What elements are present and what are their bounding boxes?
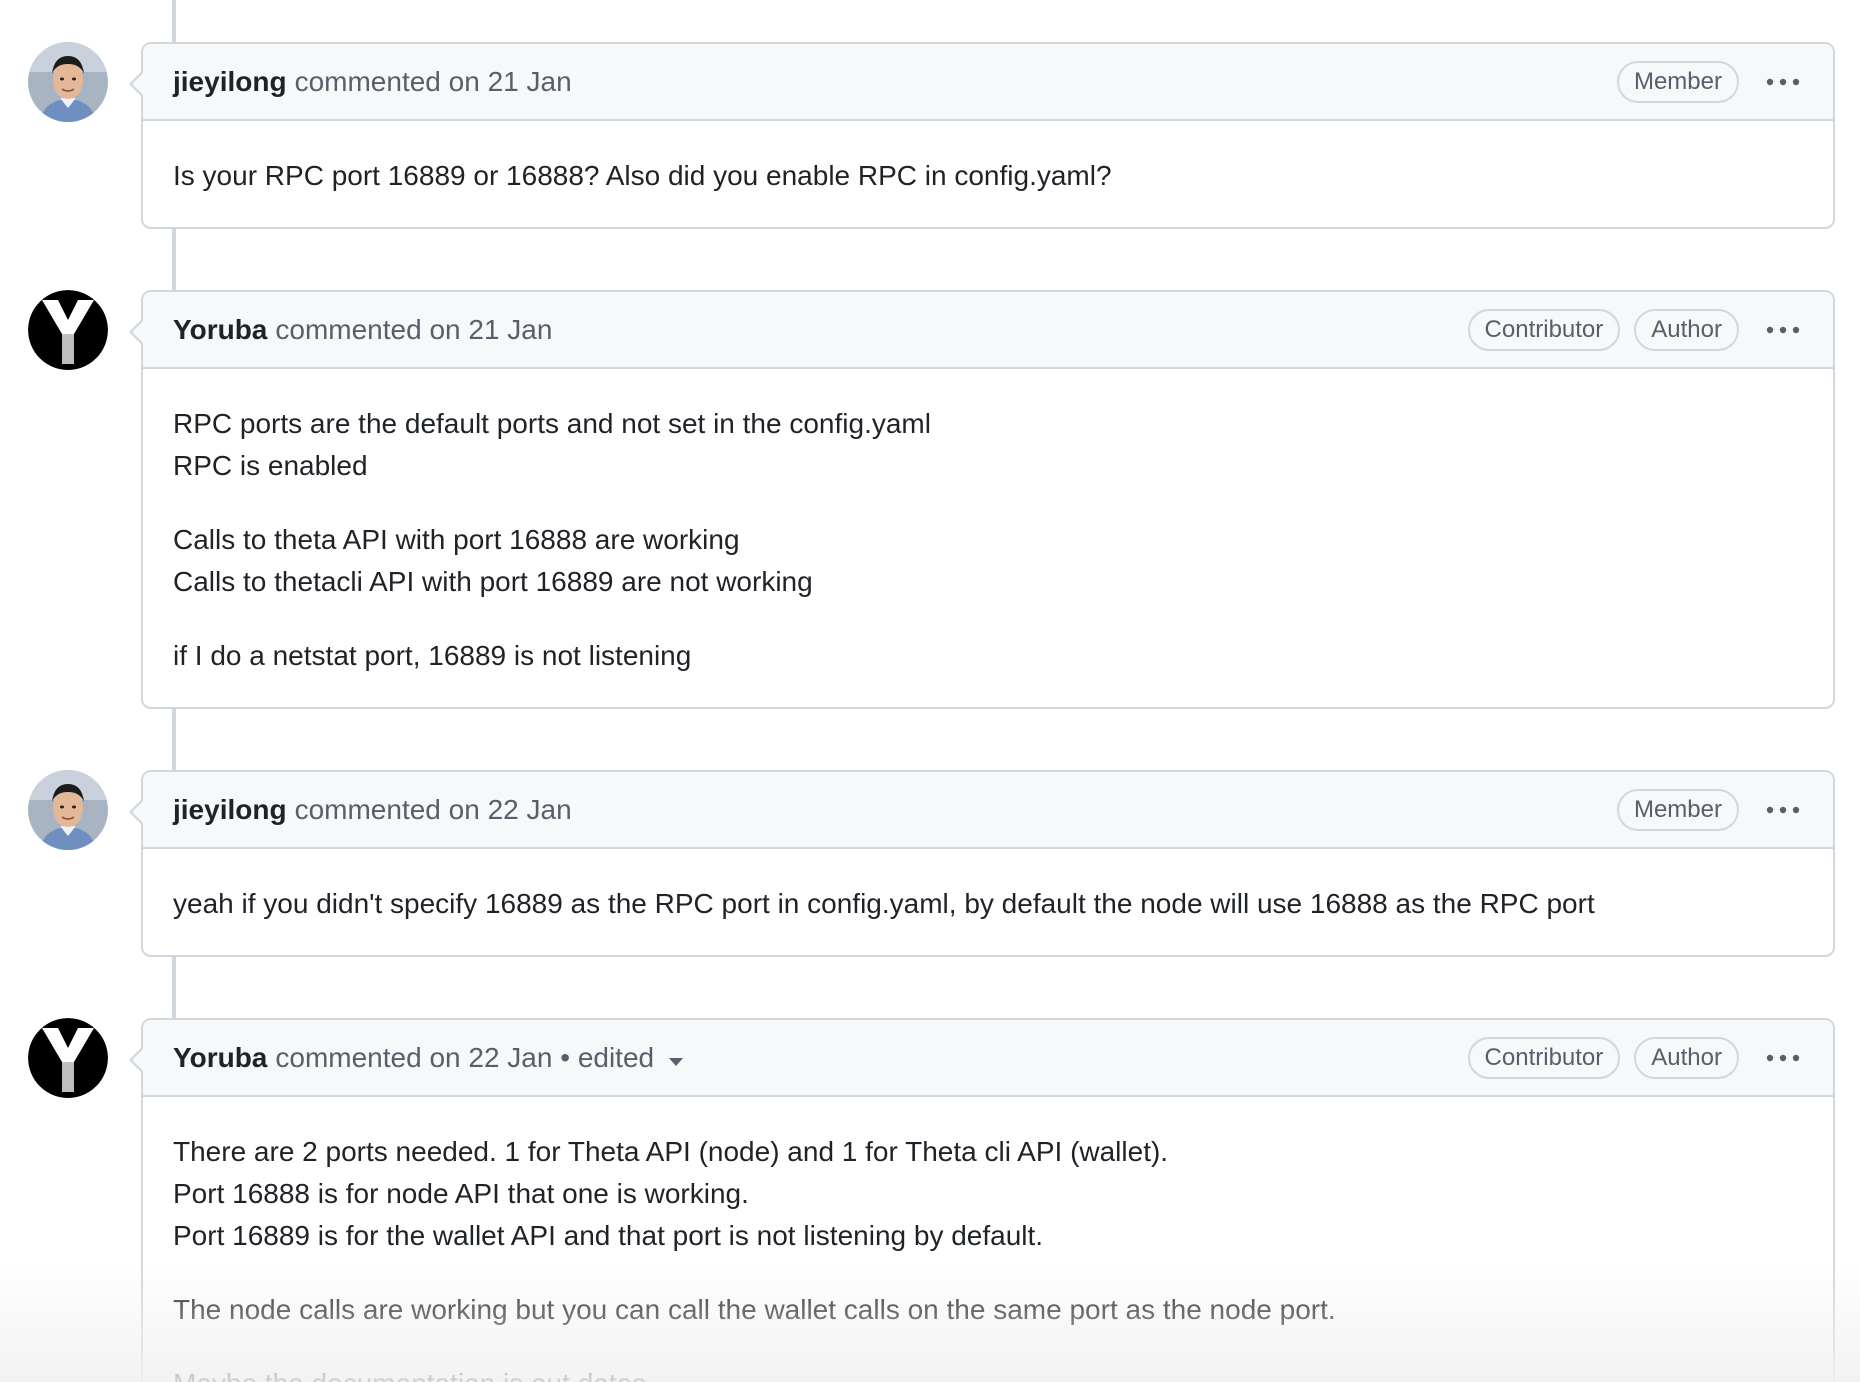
comment-body: yeah if you didn't specify 16889 as the … (143, 849, 1833, 955)
comment-header: Yoruba commented on 22 Jan • edited Cont… (143, 1020, 1833, 1097)
comment-line: Port 16889 is for the wallet API and tha… (173, 1220, 1044, 1251)
avatar[interactable] (28, 1018, 108, 1098)
comment-header: jieyilong commented on 22 Jan Member (143, 772, 1833, 849)
kebab-horizontal-icon[interactable] (1763, 67, 1803, 97)
comment-paragraph: Maybe the documentation is out dates (173, 1363, 1803, 1382)
comment-body: RPC ports are the default ports and not … (143, 369, 1833, 707)
comment-box: jieyilong commented on 22 Jan Member yea… (129, 770, 1835, 957)
comment-line: There are 2 ports needed. 1 for Theta AP… (173, 1136, 1169, 1167)
member-badge: Member (1616, 60, 1739, 103)
comment-line: The node calls are working but you can c… (173, 1294, 1336, 1325)
comment-box: Yoruba commented on 21 Jan Contributor A… (129, 290, 1835, 709)
comment-line: RPC ports are the default ports and not … (173, 408, 931, 439)
author-badge: Author (1634, 308, 1739, 351)
comment-header: jieyilong commented on 21 Jan Member (143, 44, 1833, 121)
comment-paragraph: The node calls are working but you can c… (173, 1289, 1803, 1331)
comment-paragraph: Calls to theta API with port 16888 are w… (173, 519, 1803, 603)
comment-line: Maybe the documentation is out dates (173, 1368, 646, 1382)
contributor-badge: Contributor (1467, 308, 1621, 351)
comment-line: Port 16888 is for node API that one is w… (173, 1178, 749, 1209)
member-badge: Member (1616, 788, 1739, 831)
issue-timeline: jieyilong commented on 21 Jan Member Is … (0, 0, 1860, 1382)
comment-line: Calls to thetacli API with port 16889 ar… (173, 566, 813, 597)
comment-box: jieyilong commented on 21 Jan Member Is … (129, 42, 1835, 229)
kebab-horizontal-icon[interactable] (1763, 795, 1803, 825)
triangle-down-icon[interactable] (668, 1042, 684, 1074)
comment-paragraph: Is your RPC port 16889 or 16888? Also di… (173, 155, 1803, 197)
avatar[interactable] (28, 290, 108, 370)
comment-line: if I do a netstat port, 16889 is not lis… (173, 640, 692, 671)
comment-author[interactable]: Yoruba (173, 1042, 267, 1074)
comment-author[interactable]: Yoruba (173, 314, 267, 346)
comment-box: Yoruba commented on 22 Jan • edited Cont… (129, 1018, 1835, 1382)
comment-timestamp[interactable]: commented on 22 Jan (295, 794, 572, 826)
comment-body: There are 2 ports needed. 1 for Theta AP… (143, 1097, 1833, 1382)
comment-paragraph: if I do a netstat port, 16889 is not lis… (173, 635, 1803, 677)
comment-author[interactable]: jieyilong (173, 66, 287, 98)
comment-author[interactable]: jieyilong (173, 794, 287, 826)
comment-timestamp[interactable]: commented on 21 Jan (295, 66, 572, 98)
avatar[interactable] (28, 42, 108, 122)
comment-timestamp[interactable]: commented on 21 Jan (275, 314, 552, 346)
comment-line: RPC is enabled (173, 450, 368, 481)
comment-paragraph: RPC ports are the default ports and not … (173, 403, 1803, 487)
comment-body: Is your RPC port 16889 or 16888? Also di… (143, 121, 1833, 227)
comment-timestamp[interactable]: commented on 22 Jan • edited (275, 1042, 654, 1074)
author-badge: Author (1634, 1036, 1739, 1079)
avatar[interactable] (28, 770, 108, 850)
kebab-horizontal-icon[interactable] (1763, 1043, 1803, 1073)
kebab-horizontal-icon[interactable] (1763, 315, 1803, 345)
comment-line: Is your RPC port 16889 or 16888? Also di… (173, 160, 1112, 191)
comment-line: Calls to theta API with port 16888 are w… (173, 524, 740, 555)
comment-header: Yoruba commented on 21 Jan Contributor A… (143, 292, 1833, 369)
comment-line: yeah if you didn't specify 16889 as the … (173, 888, 1595, 919)
contributor-badge: Contributor (1467, 1036, 1621, 1079)
comment-paragraph: yeah if you didn't specify 16889 as the … (173, 883, 1803, 925)
comment-paragraph: There are 2 ports needed. 1 for Theta AP… (173, 1131, 1803, 1257)
